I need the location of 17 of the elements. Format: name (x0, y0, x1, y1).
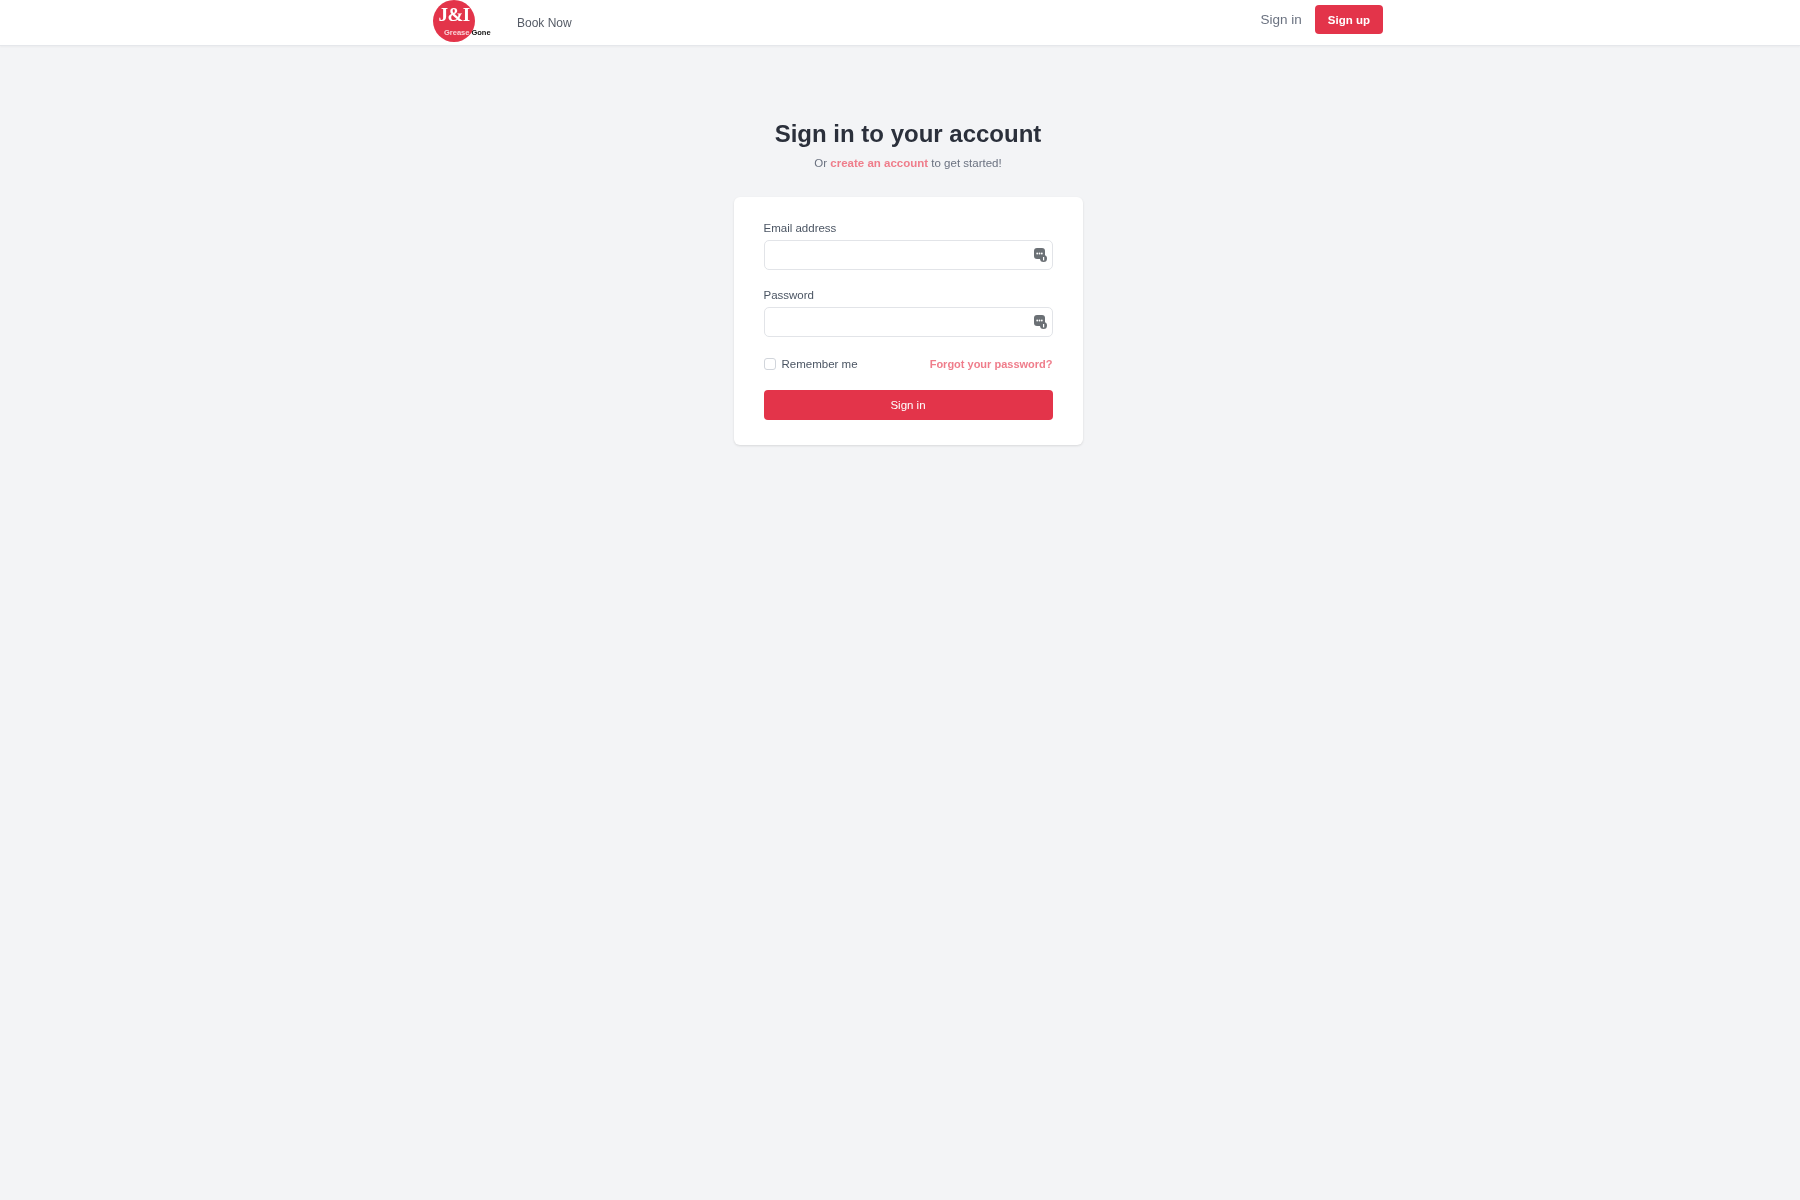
field-label: Password (763, 288, 815, 303)
input-field[interactable] (763, 240, 1053, 270)
subtitle-text: Or create an account to get started! (814, 156, 1002, 171)
sign-in-link[interactable]: Sign in (1260, 12, 1302, 27)
page-title: Sign in to your account (774, 119, 1042, 149)
create-account-link[interactable]: create an account (830, 157, 929, 169)
logo-mark-text: J&I (438, 5, 470, 24)
sign-in-button[interactable]: Sign in (763, 390, 1053, 420)
sign-up-button[interactable]: Sign up (1314, 5, 1383, 34)
forgot-password-link[interactable]: Forgot your password? (929, 358, 1053, 370)
checkbox-label: Remember me (781, 358, 858, 370)
checkbox[interactable] (763, 358, 776, 370)
ellipsis-badge-icon[interactable] (1033, 315, 1047, 329)
field-label: Email address (763, 221, 838, 236)
input-field[interactable] (763, 307, 1053, 337)
nav-link[interactable]: Book Now (517, 16, 572, 30)
ellipsis-badge-icon[interactable] (1033, 248, 1047, 262)
